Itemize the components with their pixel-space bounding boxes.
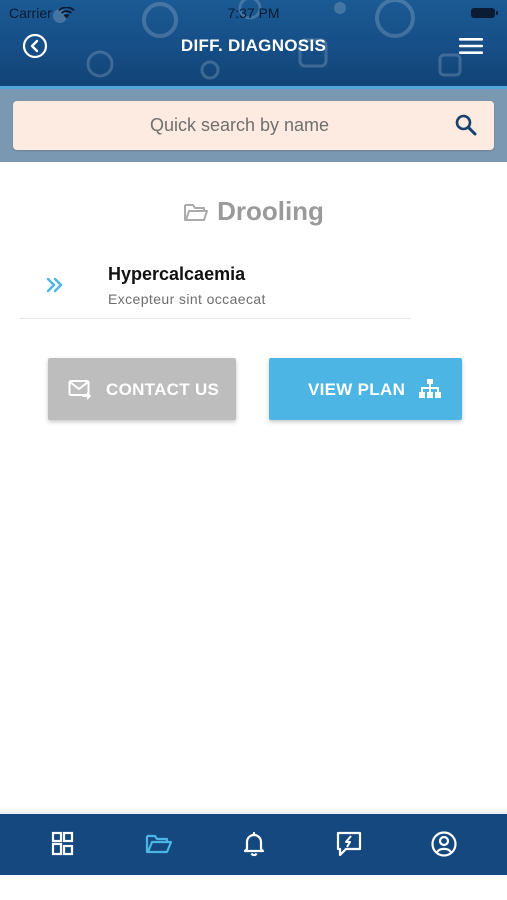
contact-us-button[interactable]: CONTACT US	[48, 358, 236, 420]
search-input[interactable]	[13, 101, 443, 150]
list-item-subtitle: Excepteur sint occaecat	[108, 291, 266, 307]
view-plan-label: VIEW PLAN	[308, 380, 406, 399]
bottom-tab-bar	[0, 814, 507, 875]
bell-icon[interactable]	[240, 830, 268, 858]
section-heading: Drooling	[0, 196, 507, 227]
dashboard-grid-icon[interactable]	[49, 830, 77, 858]
double-chevron-right-icon	[46, 277, 63, 293]
contact-us-label: CONTACT US	[106, 380, 220, 399]
tabbar-shadow	[0, 806, 507, 814]
status-bar: Carrier 7:37 PM	[0, 0, 507, 26]
page-title: DIFF. DIAGNOSIS	[180, 36, 327, 55]
mail-forward-icon	[68, 380, 91, 400]
view-plan-button[interactable]: VIEW PLAN	[269, 358, 462, 420]
status-time: 7:37 PM	[227, 5, 280, 21]
battery-icon	[471, 8, 498, 18]
search-icon[interactable]	[454, 113, 478, 137]
list-item[interactable]: Hypercalcaemia Excepteur sint occaecat	[20, 256, 410, 319]
hamburger-menu-icon[interactable]	[459, 37, 483, 55]
user-circle-icon[interactable]	[430, 830, 458, 858]
folder-open-icon	[184, 203, 209, 221]
folder-open-icon[interactable]	[145, 830, 173, 858]
app-header: Carrier 7:37 PM DIFF. DIAGNOSIS	[0, 0, 507, 86]
list-item-title: Hypercalcaemia	[108, 264, 246, 284]
section-title: Drooling	[217, 196, 324, 226]
sitemap-icon	[419, 379, 441, 398]
feedback-icon[interactable]	[335, 830, 363, 858]
search-bar	[13, 101, 494, 150]
